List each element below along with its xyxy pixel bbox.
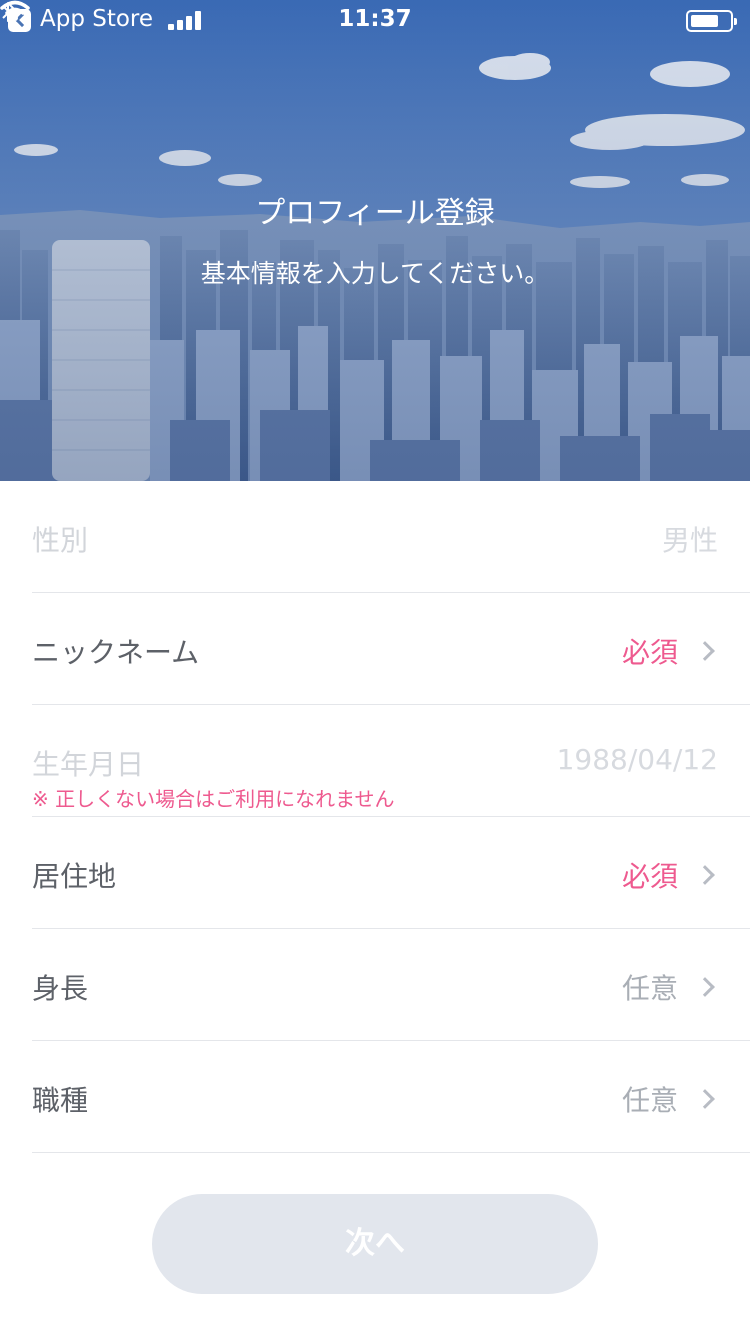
city-skyline-image <box>0 0 750 481</box>
required-badge: 必須 <box>621 860 678 893</box>
row-label: ニックネーム <box>32 636 200 669</box>
chevron-right-icon <box>695 977 715 997</box>
page-subtitle: 基本情報を入力してください。 <box>200 259 550 288</box>
chevron-right-icon <box>695 1089 715 1109</box>
header-hero: App Store 11:37 プロフィール登録 基本情報を入力してください。 <box>0 0 750 481</box>
row-height[interactable]: 身長 任意 <box>32 929 750 1041</box>
row-label: 職種 <box>32 1084 89 1117</box>
row-gender: 性別 男性 <box>32 481 750 593</box>
row-occupation[interactable]: 職種 任意 <box>32 1041 750 1153</box>
row-label: 身長 <box>32 972 89 1005</box>
row-value: 1988/04/12 <box>556 743 718 776</box>
row-birthdate: 生年月日 1988/04/12 ※ 正しくない場合はご利用になれません <box>32 705 750 817</box>
battery-icon <box>686 10 737 32</box>
chevron-right-icon <box>695 865 715 885</box>
bluetooth-icon <box>2 2 14 22</box>
clock: 11:37 <box>338 6 412 32</box>
chevron-right-icon <box>695 641 715 661</box>
row-label: 居住地 <box>32 860 117 893</box>
next-button[interactable]: 次へ <box>152 1194 598 1294</box>
row-label: 性別 <box>32 524 89 557</box>
row-nickname[interactable]: ニックネーム 必須 <box>32 593 750 705</box>
row-label: 生年月日 <box>32 748 145 781</box>
row-value: 男性 <box>661 524 718 557</box>
page-title: プロフィール登録 <box>255 196 495 231</box>
row-residence[interactable]: 居住地 必須 <box>32 817 750 929</box>
optional-badge: 任意 <box>621 972 678 1005</box>
profile-form: 性別 男性 ニックネーム 必須 生年月日 1988/04/12 ※ 正しくない場… <box>0 481 750 1153</box>
status-bar: App Store 11:37 <box>0 0 750 40</box>
required-badge: 必須 <box>621 636 678 669</box>
optional-badge: 任意 <box>621 1084 678 1117</box>
birthdate-warning: ※ 正しくない場合はご利用になれません <box>32 787 395 811</box>
